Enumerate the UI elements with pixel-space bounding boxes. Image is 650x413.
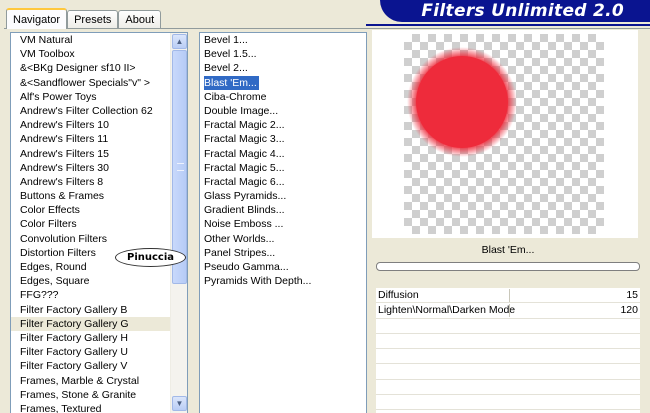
- list-item[interactable]: Andrew's Filters 15: [11, 147, 187, 161]
- list-item[interactable]: Andrew's Filter Collection 62: [11, 104, 187, 118]
- list-item[interactable]: Noise Emboss ...: [200, 217, 366, 231]
- list-item[interactable]: Convolution Filters: [11, 232, 187, 246]
- parameter-table: Diffusion 15 Lighten\Normal\Darken Mode 120: [376, 288, 640, 413]
- list-item[interactable]: Frames, Marble & Crystal: [11, 374, 187, 388]
- preview-blob: [407, 47, 517, 157]
- list-item[interactable]: Bevel 2...: [200, 61, 366, 75]
- list-item[interactable]: Fractal Magic 6...: [200, 175, 366, 189]
- selected-filter-label: Blast 'Em...: [481, 244, 535, 256]
- list-item[interactable]: &<Sandflower Specials"v" >: [11, 76, 187, 90]
- param-label: Lighten\Normal\Darken Mode: [378, 304, 516, 317]
- list-item[interactable]: Fractal Magic 5...: [200, 161, 366, 175]
- list-item[interactable]: Andrew's Filters 30: [11, 161, 187, 175]
- preview-canvas: [404, 34, 604, 234]
- param-value[interactable]: 15: [626, 288, 638, 303]
- list-item[interactable]: Pyramids With Depth...: [200, 274, 366, 288]
- list-item[interactable]: Color Filters: [11, 217, 187, 231]
- filter-list[interactable]: Bevel 1... Bevel 1.5... Bevel 2... Blast 'E…: [199, 32, 367, 413]
- tab-about[interactable]: About: [118, 10, 162, 29]
- list-item[interactable]: Alf's Power Toys: [11, 90, 187, 104]
- list-item[interactable]: Color Effects: [11, 203, 187, 217]
- tab-bar: Navigator Presets About: [6, 8, 162, 29]
- list-item[interactable]: Bevel 1.5...: [200, 47, 366, 61]
- title-underline: [366, 24, 650, 26]
- tab-navigator[interactable]: Navigator: [6, 8, 68, 29]
- list-item[interactable]: Ciba-Chrome: [200, 90, 366, 104]
- category-scrollbar[interactable]: ▲ ▼: [170, 33, 187, 413]
- blob-core: [416, 56, 508, 148]
- list-item[interactable]: Pseudo Gamma...: [200, 260, 366, 274]
- watermark-label: Pinuccia: [115, 248, 186, 267]
- list-item[interactable]: FFG???: [11, 288, 187, 302]
- list-item[interactable]: Edges, Square: [11, 274, 187, 288]
- list-item[interactable]: Blast 'Em...: [200, 75, 366, 90]
- chevron-down-icon: ▼: [175, 399, 184, 408]
- preview-panel: [372, 30, 638, 238]
- list-item[interactable]: Panel Stripes...: [200, 246, 366, 260]
- list-item[interactable]: Filter Factory Gallery U: [11, 345, 187, 359]
- list-item[interactable]: Filter Factory Gallery B: [11, 303, 187, 317]
- list-item[interactable]: &<BKg Designer sf10 II>: [11, 61, 187, 75]
- chevron-up-icon: ▲: [175, 37, 184, 46]
- grip-icon: [177, 163, 184, 171]
- app-title-banner: Filters Unlimited 2.0: [380, 0, 650, 22]
- list-item[interactable]: Filter Factory Gallery H: [11, 331, 187, 345]
- list-item[interactable]: Gradient Blinds...: [200, 203, 366, 217]
- progress-bar: [376, 262, 640, 271]
- scroll-down-button[interactable]: ▼: [172, 396, 187, 411]
- param-row: [376, 380, 640, 396]
- tab-presets[interactable]: Presets: [67, 10, 119, 29]
- scroll-thumb[interactable]: [172, 50, 187, 284]
- param-label: Diffusion: [378, 289, 419, 301]
- selected-filter-item[interactable]: Blast 'Em...: [204, 75, 259, 90]
- list-item[interactable]: VM Natural: [11, 33, 187, 47]
- param-row: [376, 349, 640, 365]
- list-item[interactable]: Filter Factory Gallery G: [11, 316, 187, 331]
- list-item[interactable]: Frames, Textured: [11, 402, 187, 413]
- list-item[interactable]: Fractal Magic 2...: [200, 118, 366, 132]
- list-item[interactable]: Buttons & Frames: [11, 189, 187, 203]
- list-item[interactable]: Andrew's Filters 11: [11, 132, 187, 146]
- list-item[interactable]: Other Worlds...: [200, 232, 366, 246]
- list-item[interactable]: Glass Pyramids...: [200, 189, 366, 203]
- param-divider: [509, 289, 510, 302]
- param-row: [376, 334, 640, 350]
- list-item[interactable]: Filter Factory Gallery V: [11, 359, 187, 373]
- scroll-up-button[interactable]: ▲: [172, 34, 187, 49]
- list-item[interactable]: VM Toolbox: [11, 47, 187, 61]
- param-row[interactable]: Lighten\Normal\Darken Mode 120: [376, 303, 640, 319]
- param-row: [376, 319, 640, 334]
- list-item[interactable]: Fractal Magic 4...: [200, 147, 366, 161]
- list-item[interactable]: Bevel 1...: [200, 33, 366, 47]
- list-item[interactable]: Double Image...: [200, 104, 366, 118]
- list-item[interactable]: Andrew's Filters 10: [11, 118, 187, 132]
- list-item[interactable]: Frames, Stone & Granite: [11, 388, 187, 402]
- list-item[interactable]: Andrew's Filters 8: [11, 175, 187, 189]
- param-value[interactable]: 120: [620, 303, 638, 318]
- list-item[interactable]: Fractal Magic 3...: [200, 132, 366, 146]
- category-list[interactable]: VM Natural VM Toolbox &<BKg Designer sf10 …: [10, 32, 188, 413]
- param-divider: [509, 304, 510, 318]
- param-row[interactable]: Diffusion 15: [376, 288, 640, 304]
- param-row: [376, 395, 640, 411]
- param-row: [376, 364, 640, 380]
